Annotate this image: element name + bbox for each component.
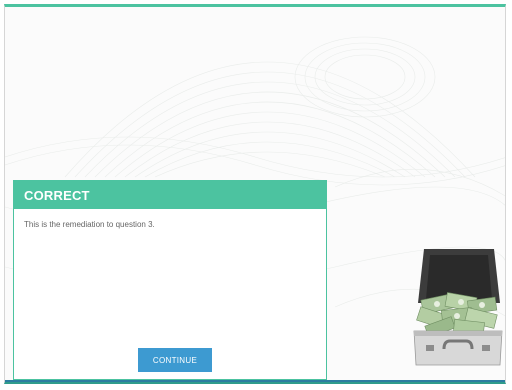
money-briefcase-illustration <box>413 249 503 366</box>
dialog-message: This is the remediation to question 3. <box>24 220 155 229</box>
dialog-body: This is the remediation to question 3. <box>14 209 326 229</box>
course-slide: CORRECT This is the remediation to quest… <box>4 4 506 384</box>
dialog-title: CORRECT <box>24 187 90 203</box>
feedback-dialog: CORRECT This is the remediation to quest… <box>13 180 327 380</box>
dialog-header: CORRECT <box>14 181 326 209</box>
continue-button[interactable]: CONTINUE <box>138 348 212 372</box>
